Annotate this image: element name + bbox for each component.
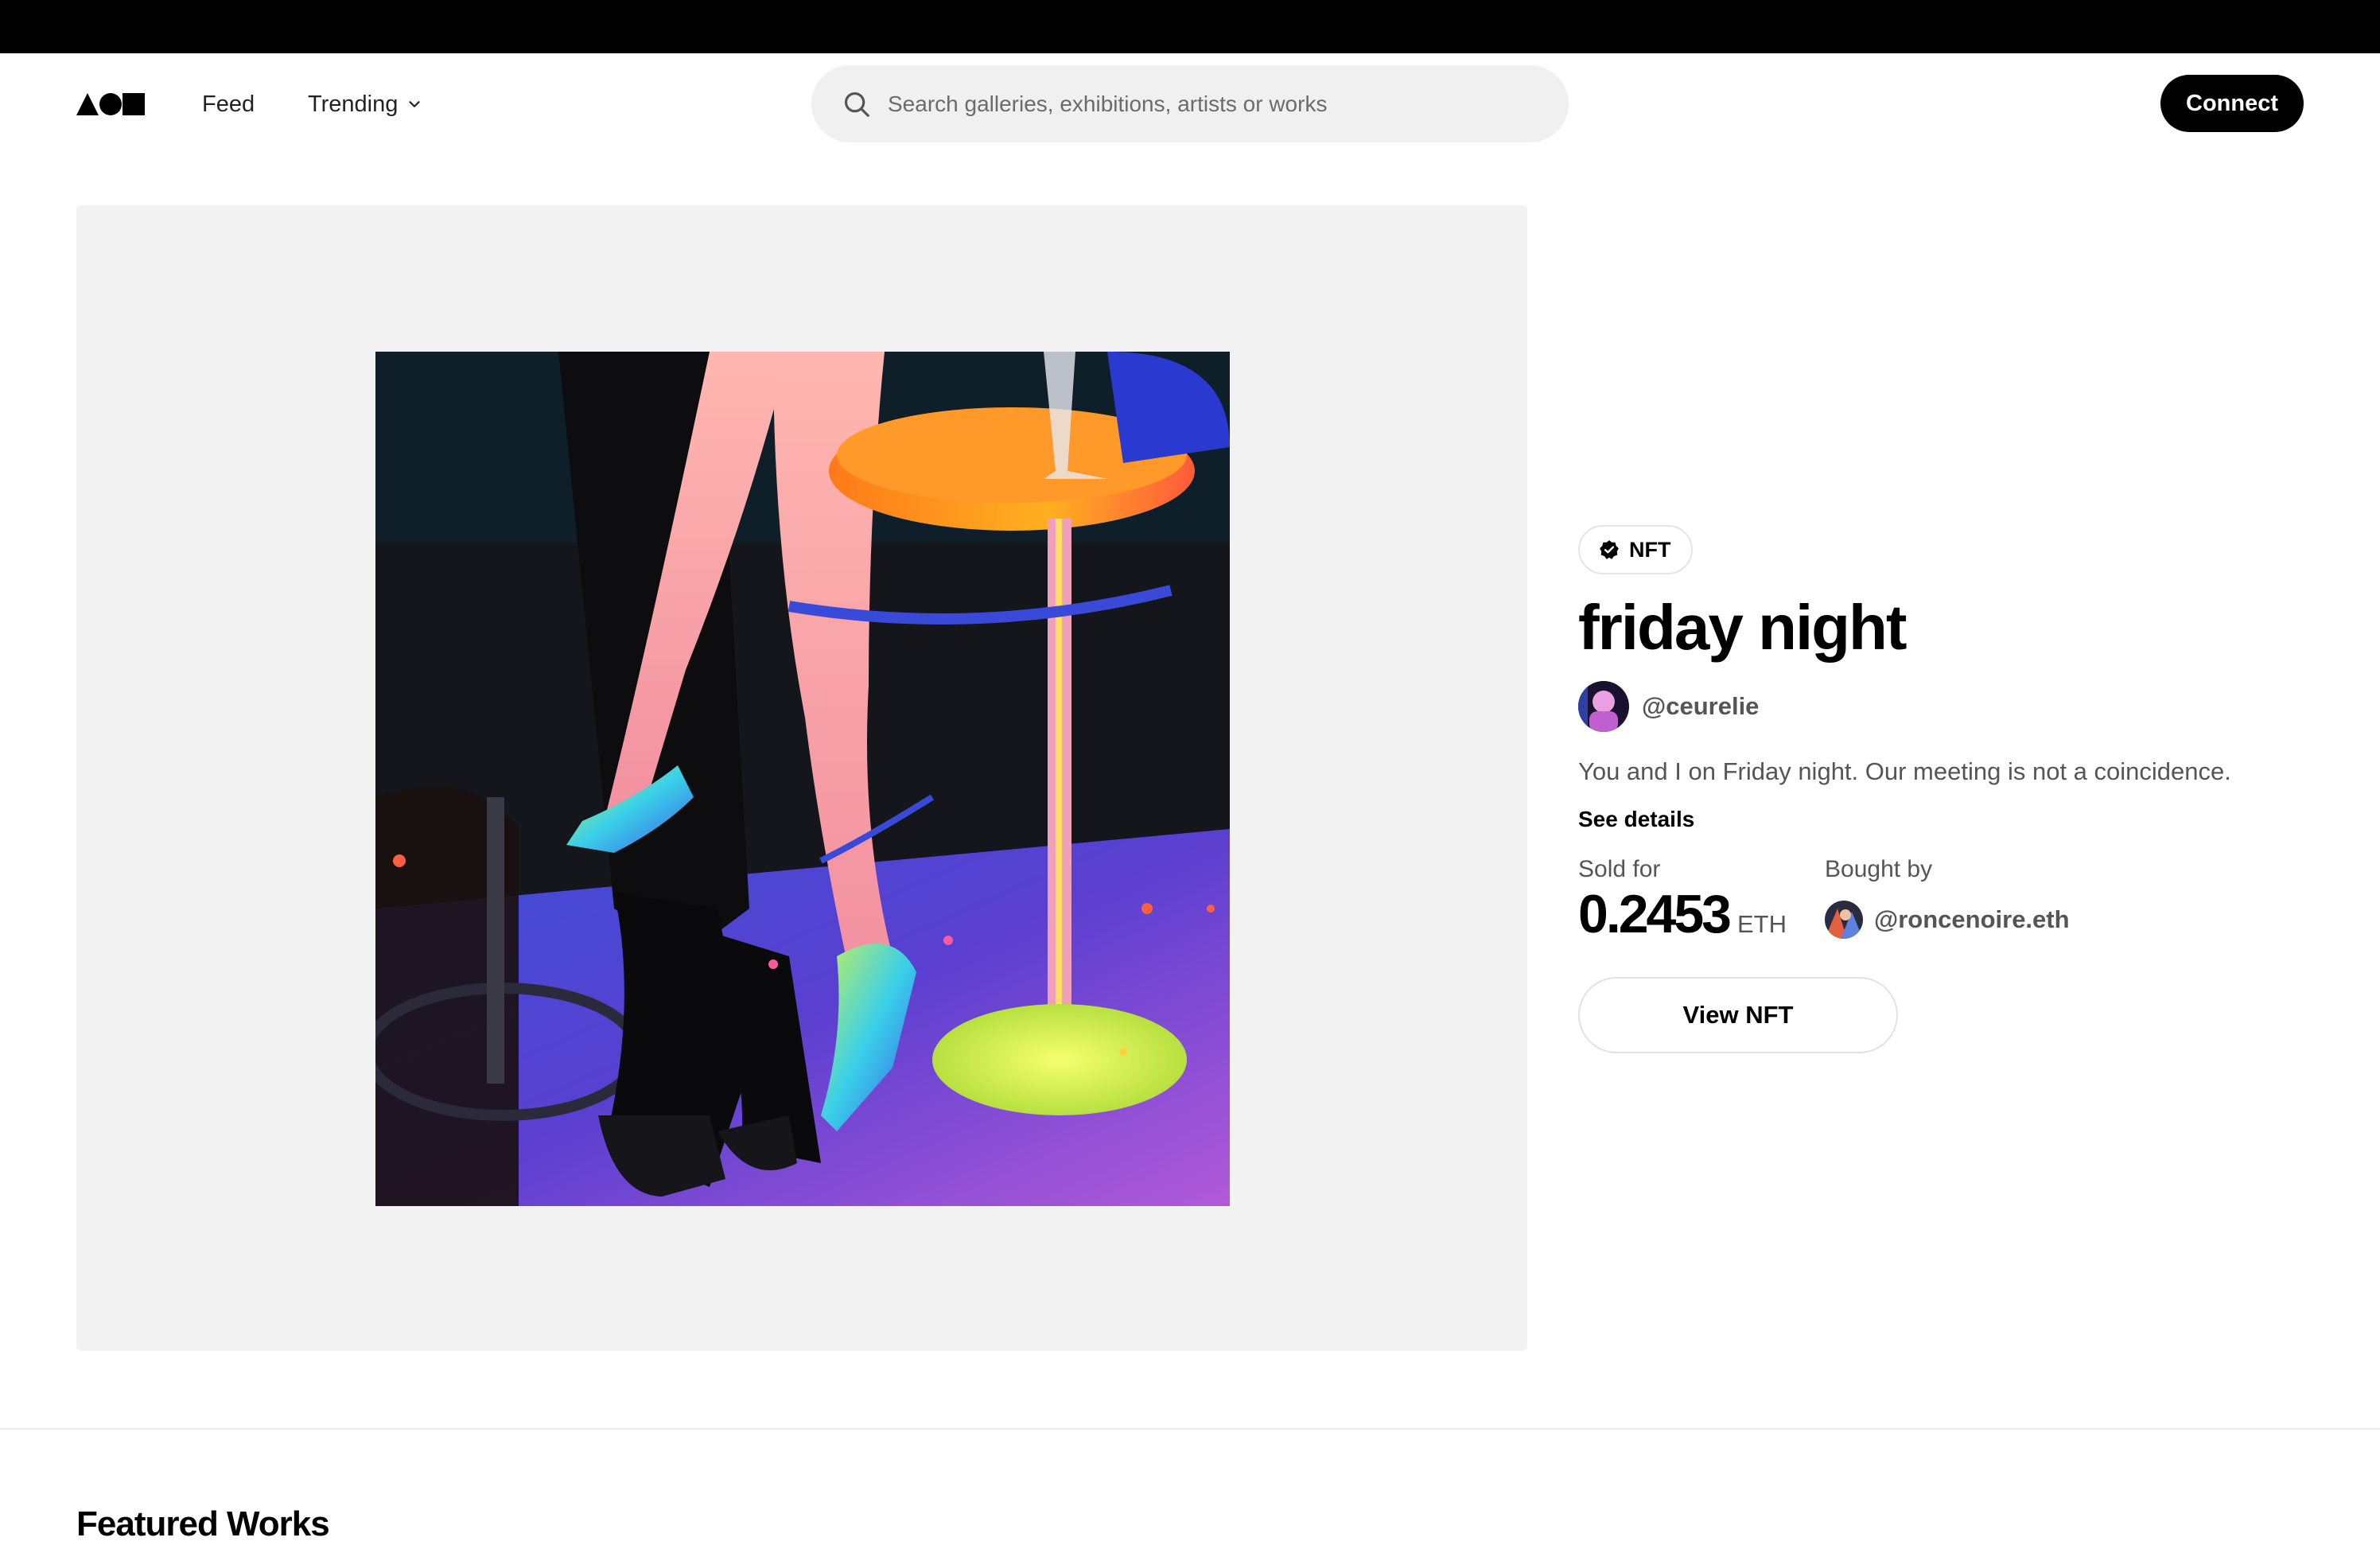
site-logo-icon[interactable] — [76, 93, 145, 115]
top-navigation: Feed Trending Connect — [0, 53, 2380, 153]
nav-trending-dropdown[interactable]: Trending — [308, 90, 423, 119]
price-amount: 0.2453 — [1578, 884, 1732, 944]
artwork-illustration — [375, 352, 1230, 1206]
nav-feed-link[interactable]: Feed — [202, 90, 255, 119]
buyer-avatar — [1825, 901, 1863, 939]
artist-link[interactable]: @ceurelie — [1578, 681, 2342, 732]
artist-avatar — [1578, 681, 1629, 732]
featured-works-heading: Featured Works — [76, 1504, 330, 1543]
search-bar[interactable] — [811, 65, 1569, 142]
nav-trending-label: Trending — [308, 91, 399, 117]
search-input[interactable] — [888, 91, 1540, 117]
bought-by-label: Bought by — [1825, 856, 1933, 882]
work-info: NFT friday night @ceurelie You and I on … — [1578, 525, 2342, 1053]
verified-badge-icon — [1600, 540, 1619, 559]
nft-badge-label: NFT — [1629, 537, 1671, 562]
view-nft-button[interactable]: View NFT — [1578, 977, 1898, 1053]
search-icon — [844, 91, 869, 117]
artist-handle: @ceurelie — [1642, 692, 1760, 720]
buyer-link[interactable]: @roncenoire.eth — [1825, 901, 2070, 939]
work-description: You and I on Friday night. Our meeting i… — [1578, 757, 2231, 785]
connect-button[interactable]: Connect — [2160, 75, 2304, 132]
section-divider — [0, 1428, 2380, 1430]
artwork-image[interactable] — [375, 352, 1230, 1206]
nft-badge: NFT — [1578, 525, 1694, 574]
chevron-down-icon — [409, 101, 420, 107]
sale-info: Sold for 0.2453 ETH Bought by @roncenoir… — [1578, 856, 2342, 944]
artwork-panel — [76, 205, 1527, 1351]
sold-for-block: Sold for 0.2453 ETH — [1578, 856, 1825, 944]
see-details-link[interactable]: See details — [1578, 807, 1694, 832]
top-black-bar — [0, 0, 2380, 53]
buyer-handle: @roncenoire.eth — [1874, 905, 2070, 933]
price: 0.2453 ETH — [1578, 885, 1825, 944]
work-title: friday night — [1578, 592, 1908, 663]
price-currency: ETH — [1736, 910, 1787, 938]
sold-for-label: Sold for — [1578, 856, 1661, 882]
bought-by-block: Bought by @roncenoire.eth — [1825, 856, 2070, 944]
